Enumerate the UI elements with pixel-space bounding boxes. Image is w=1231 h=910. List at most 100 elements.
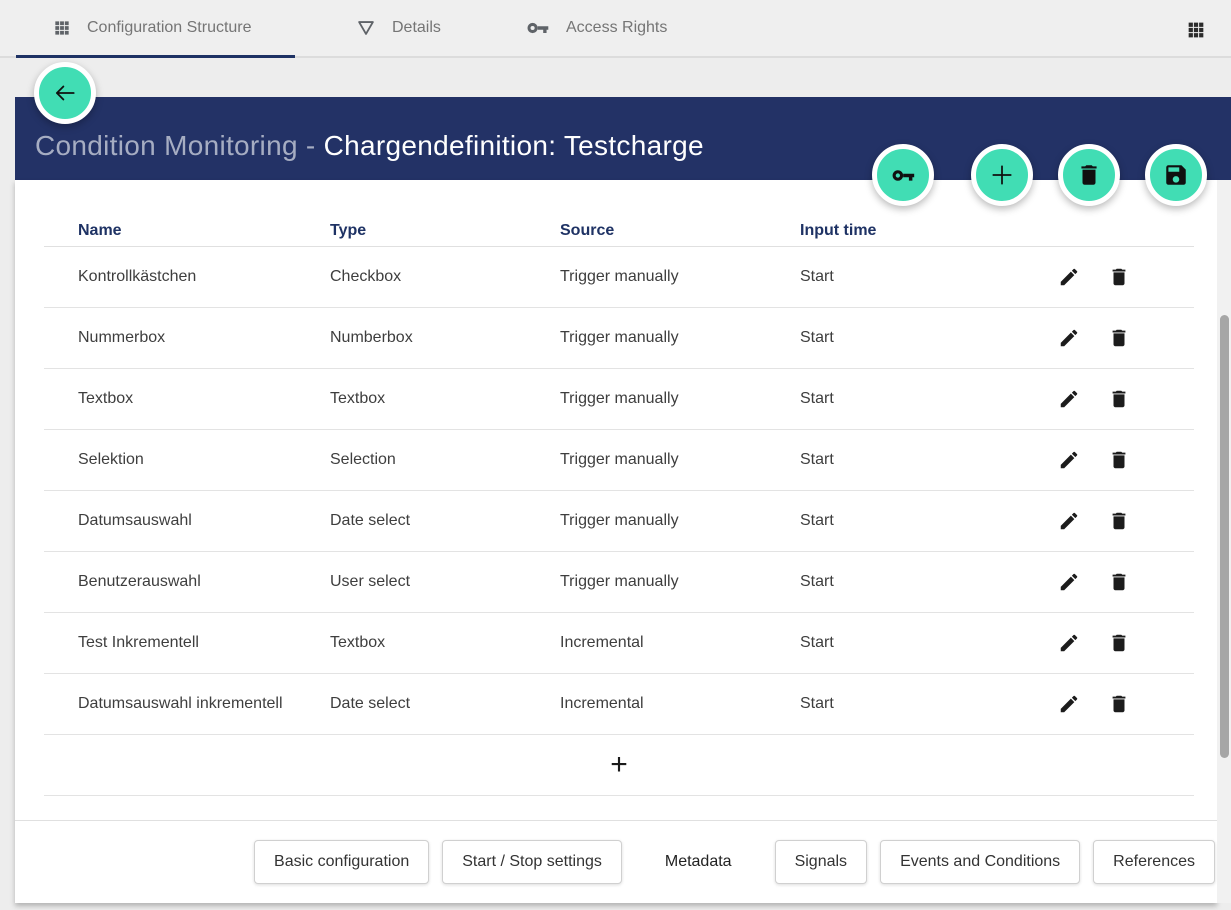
footer-button-references[interactable]: References — [1093, 840, 1215, 884]
edit-pencil-icon — [1058, 266, 1080, 288]
delete-trash-icon — [1108, 449, 1130, 471]
cell-type: Checkbox — [330, 268, 560, 286]
save-button[interactable] — [1145, 144, 1207, 206]
edit-row-button[interactable] — [1058, 388, 1080, 410]
column-header-source: Source — [560, 222, 800, 240]
delete-row-button[interactable] — [1108, 449, 1130, 471]
column-header-input-time: Input time — [800, 222, 1014, 240]
delete-trash-icon — [1108, 571, 1130, 593]
cell-name: Datumsauswahl — [78, 512, 330, 530]
edit-row-button[interactable] — [1058, 693, 1080, 715]
delete-button[interactable] — [1058, 144, 1120, 206]
apps-icon — [52, 18, 72, 38]
table-row: Textbox Textbox Trigger manually Start — [44, 369, 1194, 430]
back-button[interactable] — [34, 62, 96, 124]
edit-pencil-icon — [1058, 632, 1080, 654]
cell-name: Benutzerauswahl — [78, 573, 330, 591]
cell-name: Kontrollkästchen — [78, 268, 330, 286]
page-title: Condition Monitoring - Chargendefinition… — [35, 130, 704, 162]
footer-button-start-stop-settings[interactable]: Start / Stop settings — [442, 840, 622, 884]
top-tab-bar: Configuration Structure Details Access R… — [0, 0, 1231, 58]
scrollbar-thumb[interactable] — [1220, 315, 1229, 758]
delete-row-button[interactable] — [1108, 327, 1130, 349]
delete-trash-icon — [1108, 388, 1130, 410]
edit-row-button[interactable] — [1058, 449, 1080, 471]
edit-row-button[interactable] — [1058, 266, 1080, 288]
delete-row-button[interactable] — [1108, 571, 1130, 593]
edit-row-button[interactable] — [1058, 327, 1080, 349]
table-row: Datumsauswahl Date select Trigger manual… — [44, 491, 1194, 552]
cell-source: Incremental — [560, 634, 800, 652]
tab-label: Configuration Structure — [87, 19, 252, 37]
plus-icon — [987, 160, 1017, 190]
content-card: Name Type Source Input time Kontrollkäst… — [15, 180, 1217, 903]
tab-configuration-structure[interactable]: Configuration Structure — [52, 0, 252, 56]
edit-pencil-icon — [1058, 388, 1080, 410]
footer-button-basic-configuration[interactable]: Basic configuration — [254, 840, 429, 884]
cell-input-time: Start — [800, 512, 1014, 530]
table-row: Test Inkrementell Textbox Incremental St… — [44, 613, 1194, 674]
table-row: Kontrollkästchen Checkbox Trigger manual… — [44, 247, 1194, 308]
table-row: Nummerbox Numberbox Trigger manually Sta… — [44, 308, 1194, 369]
delete-trash-icon — [1108, 632, 1130, 654]
funnel-icon — [355, 17, 377, 39]
cell-name: Selektion — [78, 451, 330, 469]
cell-type: Selection — [330, 451, 560, 469]
delete-row-button[interactable] — [1108, 510, 1130, 532]
edit-row-button[interactable] — [1058, 571, 1080, 593]
edit-pencil-icon — [1058, 510, 1080, 532]
cell-type: User select — [330, 573, 560, 591]
tab-details[interactable]: Details — [355, 0, 441, 56]
add-row-button[interactable]: + — [596, 750, 642, 780]
tab-label: Access Rights — [566, 19, 667, 37]
save-icon — [1163, 162, 1189, 188]
footer-tab-bar: Basic configuration Start / Stop setting… — [15, 820, 1217, 903]
table-row: Selektion Selection Trigger manually Sta… — [44, 430, 1194, 491]
add-button[interactable] — [971, 144, 1033, 206]
cell-name: Test Inkrementell — [78, 634, 330, 652]
delete-row-button[interactable] — [1108, 632, 1130, 654]
cell-name: Nummerbox — [78, 329, 330, 347]
cell-source: Trigger manually — [560, 573, 800, 591]
delete-trash-icon — [1108, 693, 1130, 715]
cell-type: Textbox — [330, 390, 560, 408]
footer-button-events-and-conditions[interactable]: Events and Conditions — [880, 840, 1080, 884]
delete-row-button[interactable] — [1108, 266, 1130, 288]
cell-input-time: Start — [800, 634, 1014, 652]
delete-row-button[interactable] — [1108, 388, 1130, 410]
column-header-name: Name — [78, 222, 330, 240]
apps-grid-button[interactable] — [1185, 19, 1207, 46]
cell-input-time: Start — [800, 390, 1014, 408]
cell-source: Trigger manually — [560, 512, 800, 530]
access-key-button[interactable] — [872, 144, 934, 206]
table-row: Datumsauswahl inkrementell Date select I… — [44, 674, 1194, 735]
table-header-row: Name Type Source Input time — [44, 215, 1194, 247]
scrollbar-track[interactable] — [1217, 180, 1231, 903]
cell-input-time: Start — [800, 573, 1014, 591]
cell-type: Textbox — [330, 634, 560, 652]
edit-row-button[interactable] — [1058, 632, 1080, 654]
cell-source: Trigger manually — [560, 268, 800, 286]
delete-trash-icon — [1108, 266, 1130, 288]
key-icon — [525, 15, 551, 41]
cell-source: Trigger manually — [560, 329, 800, 347]
page-title-emphasis: Chargendefinition: Testcharge — [324, 130, 704, 161]
tab-access-rights[interactable]: Access Rights — [525, 0, 667, 56]
footer-button-metadata[interactable]: Metadata — [635, 840, 762, 884]
edit-pencil-icon — [1058, 327, 1080, 349]
delete-trash-icon — [1108, 327, 1130, 349]
add-row: + — [44, 735, 1194, 796]
page-title-prefix: Condition Monitoring - — [35, 130, 324, 161]
edit-row-button[interactable] — [1058, 510, 1080, 532]
back-arrow-icon — [52, 80, 78, 106]
edit-pencil-icon — [1058, 449, 1080, 471]
metadata-table: Name Type Source Input time Kontrollkäst… — [44, 215, 1194, 796]
cell-name: Textbox — [78, 390, 330, 408]
cell-type: Date select — [330, 695, 560, 713]
cell-source: Trigger manually — [560, 451, 800, 469]
delete-row-button[interactable] — [1108, 693, 1130, 715]
cell-name: Datumsauswahl inkrementell — [78, 695, 330, 713]
trash-icon — [1076, 162, 1102, 188]
footer-button-signals[interactable]: Signals — [775, 840, 867, 884]
delete-trash-icon — [1108, 510, 1130, 532]
